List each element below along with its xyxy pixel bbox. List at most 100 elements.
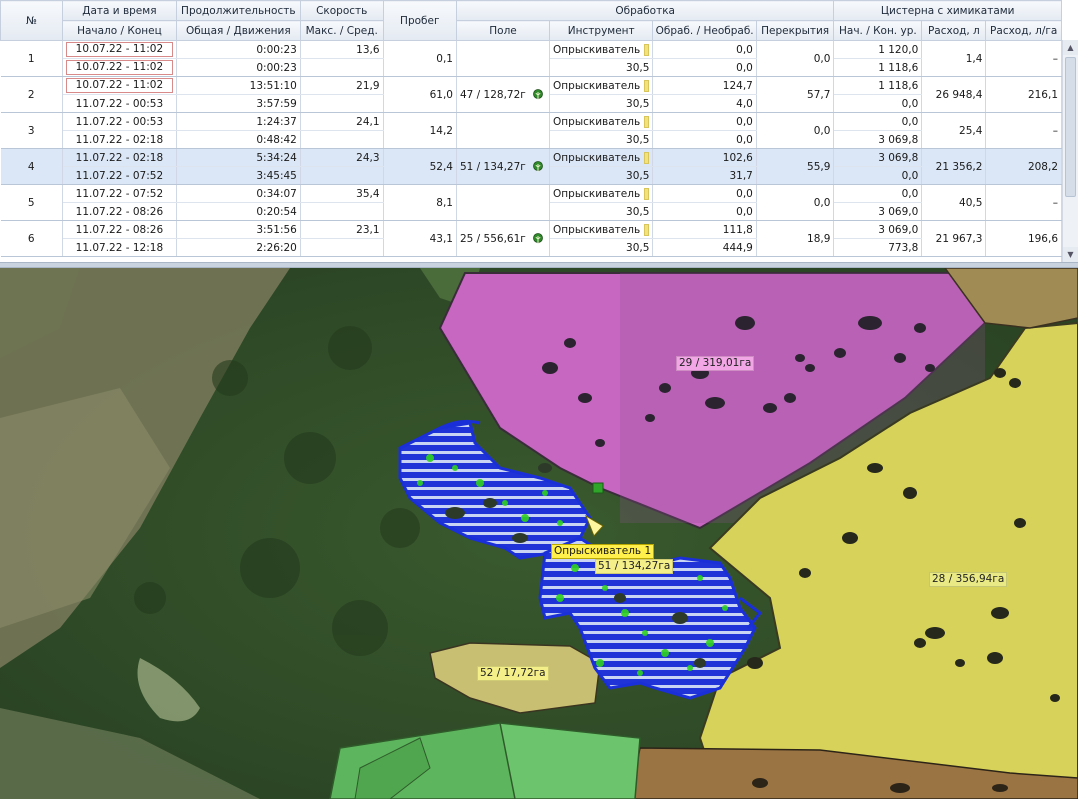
tool-cell: Опрыскиватель xyxy=(549,76,654,95)
row-number: 4 xyxy=(0,148,64,185)
consumption-rate: – xyxy=(985,40,1062,77)
start-datetime: 10.07.22 - 11:02 xyxy=(66,78,173,93)
consumption: 25,4 xyxy=(921,112,987,149)
col-duration-subheader[interactable]: Общая / Движения xyxy=(175,20,301,41)
tool-color-swatch xyxy=(644,187,650,200)
consumption-rate: – xyxy=(985,112,1062,149)
mileage: 61,0 xyxy=(383,76,457,113)
avg-speed xyxy=(300,202,384,221)
mileage: 43,1 xyxy=(383,220,457,257)
field-52-label[interactable]: 52 / 17,72га xyxy=(477,666,549,681)
field-cell[interactable]: 47 / 128,72г xyxy=(456,76,551,113)
field-cell xyxy=(456,112,551,149)
tool-name: Опрыскиватель xyxy=(553,151,641,164)
col-number-header[interactable]: № xyxy=(0,0,64,41)
field-name: 25 / 556,61г xyxy=(459,232,526,245)
col-mileage-header[interactable]: Пробег xyxy=(382,0,457,41)
tank-start-level: 0,0 xyxy=(833,112,923,131)
avg-speed xyxy=(300,94,384,113)
consumption: 26 948,4 xyxy=(921,76,987,113)
field-name: 47 / 128,72г xyxy=(459,88,526,101)
consumption-rate: 208,2 xyxy=(985,148,1062,185)
unprocessed-area: 31,7 xyxy=(652,166,757,185)
col-tank-level-header[interactable]: Нач. / Кон. ур. xyxy=(833,20,923,41)
tool-name: Опрыскиватель xyxy=(553,223,641,236)
moving-duration: 0:20:54 xyxy=(176,202,301,221)
table-row[interactable]: 3 11.07.22 - 00:53 1:24:37 24,1 14,2 Опр… xyxy=(0,112,1062,149)
field-tree-icon xyxy=(532,160,543,172)
table-row[interactable]: 6 11.07.22 - 08:26 3:51:56 23,1 43,1 25 … xyxy=(0,220,1062,257)
consumption-rate: 196,6 xyxy=(985,220,1062,257)
col-datetime-header[interactable]: Дата и время xyxy=(62,0,177,21)
col-datetime-subheader[interactable]: Начало / Конец xyxy=(62,20,177,41)
avg-speed xyxy=(300,166,384,185)
tool-width: 30,5 xyxy=(549,58,654,77)
field-cell xyxy=(456,184,551,221)
moving-duration: 3:57:59 xyxy=(176,94,301,113)
col-tool-header[interactable]: Инструмент xyxy=(549,20,654,41)
field-cell[interactable]: 25 / 556,61г xyxy=(456,220,551,257)
table-row[interactable]: 5 11.07.22 - 07:52 0:34:07 35,4 8,1 Опры… xyxy=(0,184,1062,221)
col-processing-header[interactable]: Обработка xyxy=(455,0,835,21)
col-overlap-header[interactable]: Перекрытия xyxy=(755,20,835,41)
tool-width: 30,5 xyxy=(549,202,654,221)
tool-name: Опрыскиватель xyxy=(553,115,641,128)
unprocessed-area: 0,0 xyxy=(652,202,757,221)
col-field-header[interactable]: Поле xyxy=(455,20,551,41)
moving-duration: 3:45:45 xyxy=(176,166,301,185)
processed-area: 111,8 xyxy=(652,220,757,239)
tool-name: Опрыскиватель xyxy=(553,79,641,92)
field-29-label[interactable]: 29 / 319,01га xyxy=(676,356,755,371)
tool-cell: Опрыскиватель xyxy=(549,148,654,167)
processed-area: 0,0 xyxy=(652,40,757,59)
total-duration: 3:51:56 xyxy=(176,220,301,239)
field-28-label[interactable]: 28 / 356,94га xyxy=(929,572,1008,587)
report-table: № Дата и время Продолжительность Скорост… xyxy=(0,0,1062,262)
overlap-area: 57,7 xyxy=(756,76,835,113)
processed-area: 0,0 xyxy=(652,184,757,203)
scroll-up-icon[interactable]: ▲ xyxy=(1063,40,1078,55)
start-datetime: 11.07.22 - 02:18 xyxy=(75,151,164,164)
table-row-selected[interactable]: 4 11.07.22 - 02:18 5:34:24 24,3 52,4 51 … xyxy=(0,148,1062,185)
tank-end-level: 3 069,0 xyxy=(833,202,923,221)
mileage: 0,1 xyxy=(383,40,457,77)
table-row[interactable]: 1 10.07.22 - 11:02 0:00:23 13,6 0,1 Опры… xyxy=(0,40,1062,77)
max-speed: 24,1 xyxy=(300,112,384,131)
col-tank-header[interactable]: Цистерна с химикатами xyxy=(833,0,1062,21)
max-speed: 21,9 xyxy=(300,76,384,95)
row-number: 6 xyxy=(0,220,64,257)
consumption-rate: 216,1 xyxy=(985,76,1062,113)
col-consumption-rate-header[interactable]: Расход, л/га xyxy=(985,20,1062,41)
unprocessed-area: 0,0 xyxy=(652,130,757,149)
scrollbar-thumb[interactable] xyxy=(1065,57,1076,197)
table-row[interactable]: 2 10.07.22 - 11:02 13:51:10 21,9 61,0 47… xyxy=(0,76,1062,113)
map-view[interactable]: 29 / 319,01га 28 / 356,94га Опрыскивател… xyxy=(0,268,1078,799)
moving-duration: 2:26:20 xyxy=(176,238,301,257)
col-speed-subheader[interactable]: Макс. / Сред. xyxy=(299,20,384,41)
field-51-label[interactable]: 51 / 134,27га xyxy=(595,559,674,574)
avg-speed xyxy=(300,130,384,149)
field-cell xyxy=(456,40,551,77)
tank-start-level: 1 118,6 xyxy=(833,76,923,95)
avg-speed xyxy=(300,58,384,77)
tool-cell: Опрыскиватель xyxy=(549,40,654,59)
col-processed-header[interactable]: Обраб. / Необраб. xyxy=(652,20,757,41)
tool-color-swatch xyxy=(644,223,650,236)
overlap-area: 55,9 xyxy=(756,148,835,185)
field-cell[interactable]: 51 / 134,27г xyxy=(456,148,551,185)
scroll-down-icon[interactable]: ▼ xyxy=(1063,247,1078,262)
vertical-scrollbar[interactable]: ▲ ▼ xyxy=(1062,40,1078,262)
col-consumption-header[interactable]: Расход, л xyxy=(921,20,987,41)
col-duration-header[interactable]: Продолжительность xyxy=(175,0,301,21)
row-number: 1 xyxy=(0,40,64,77)
vehicle-label[interactable]: Опрыскиватель 1 xyxy=(551,544,655,559)
col-speed-header[interactable]: Скорость xyxy=(299,0,384,21)
consumption: 21 967,3 xyxy=(921,220,987,257)
consumption: 1,4 xyxy=(921,40,987,77)
tank-end-level: 1 118,6 xyxy=(833,58,923,77)
tool-name: Опрыскиватель xyxy=(553,187,641,200)
tool-cell: Опрыскиватель xyxy=(549,220,654,239)
tool-width: 30,5 xyxy=(549,94,654,113)
overlap-area: 0,0 xyxy=(756,40,835,77)
total-duration: 13:51:10 xyxy=(176,76,301,95)
